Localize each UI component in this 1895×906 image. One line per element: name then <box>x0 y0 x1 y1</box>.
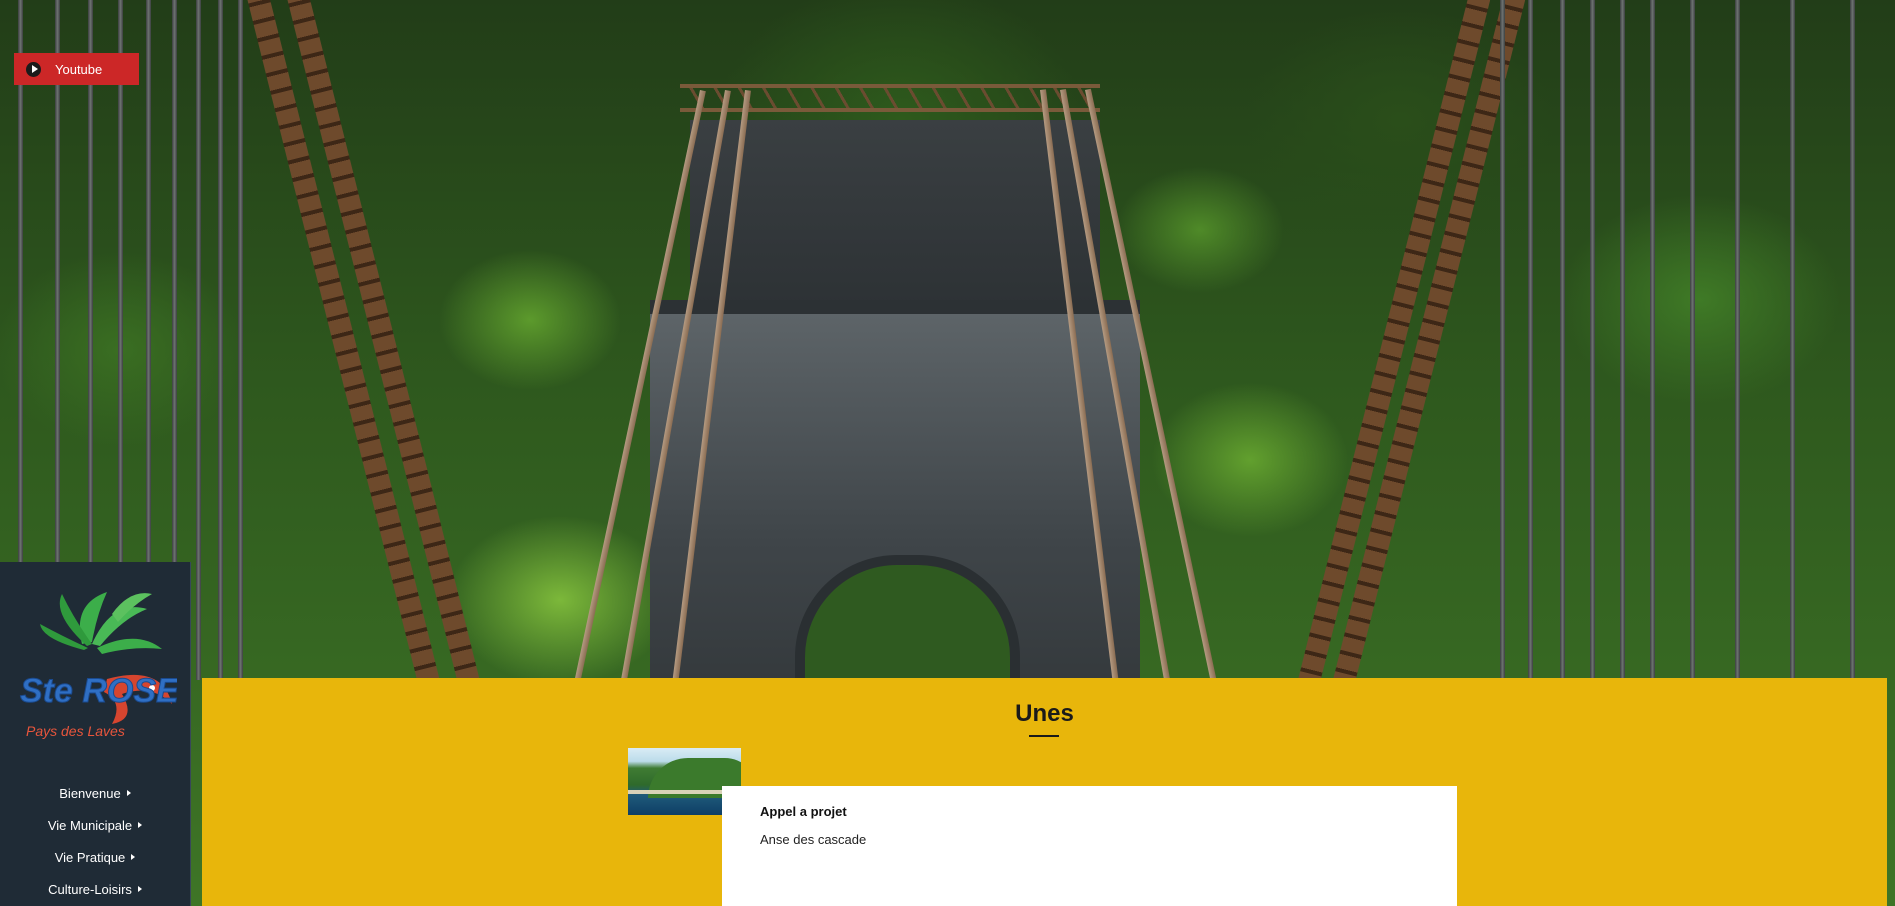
caret-right-icon <box>138 822 143 828</box>
hanger-rod <box>1620 0 1625 680</box>
hanger-rod <box>1690 0 1695 680</box>
hanger-rod <box>1590 0 1595 680</box>
youtube-play-icon <box>26 61 41 77</box>
youtube-label: Youtube <box>55 61 103 77</box>
nav-item-vie-municipale[interactable]: Vie Municipale <box>0 809 190 841</box>
article-title[interactable]: Appel a projet <box>760 804 847 819</box>
title-underline <box>1029 735 1059 737</box>
article-card[interactable]: Appel a projet Anse des cascade <box>722 786 1457 906</box>
nav-item-label: Vie Pratique <box>54 849 126 865</box>
hanger-rod <box>1790 0 1795 680</box>
nav-item-culture-loisirs[interactable]: Culture-Loisirs <box>0 873 190 905</box>
site-logo[interactable]: Ste ROSE Pays des Laves <box>12 584 177 744</box>
left-chain <box>245 0 441 689</box>
left-chain-2 <box>285 0 481 689</box>
hanger-rod <box>1850 0 1855 680</box>
unes-section: Unes Appel a projet Anse des cascade <box>202 678 1887 906</box>
hanger-rod <box>1650 0 1655 680</box>
nav-item-label: Culture-Loisirs <box>48 881 132 897</box>
caret-right-icon <box>131 854 136 860</box>
hanger-rod <box>1528 0 1533 680</box>
nav-item-label: Bienvenue <box>59 785 121 801</box>
nav-item-bienvenue[interactable]: Bienvenue <box>0 777 190 809</box>
hanger-rod <box>238 0 243 680</box>
main-nav: Bienvenue Vie Municipale Vie Pratique Cu… <box>0 777 190 905</box>
sidebar: Ste ROSE Pays des Laves Bienvenue Vie Mu… <box>0 562 191 906</box>
logo-tagline: Pays des Laves <box>26 723 125 739</box>
article-subtitle: Anse des cascade <box>760 832 867 847</box>
nav-item-vie-pratique[interactable]: Vie Pratique <box>0 841 190 873</box>
youtube-link[interactable]: Youtube <box>14 53 139 85</box>
bridge-tower-top <box>690 120 1100 320</box>
palm-icon <box>40 592 162 654</box>
right-chain <box>1295 0 1492 694</box>
hanger-rod <box>1735 0 1740 680</box>
section-title: Unes <box>1015 700 1074 727</box>
hanger-rod <box>1500 0 1505 680</box>
caret-right-icon <box>126 790 131 796</box>
right-chain-2 <box>1330 0 1527 694</box>
hanger-rod <box>196 0 201 680</box>
logo-wordmark: Ste ROSE <box>20 672 177 710</box>
hanger-rod <box>218 0 223 680</box>
hanger-rod <box>1560 0 1565 680</box>
caret-right-icon <box>137 886 142 892</box>
nav-item-label: Vie Municipale <box>47 817 133 833</box>
